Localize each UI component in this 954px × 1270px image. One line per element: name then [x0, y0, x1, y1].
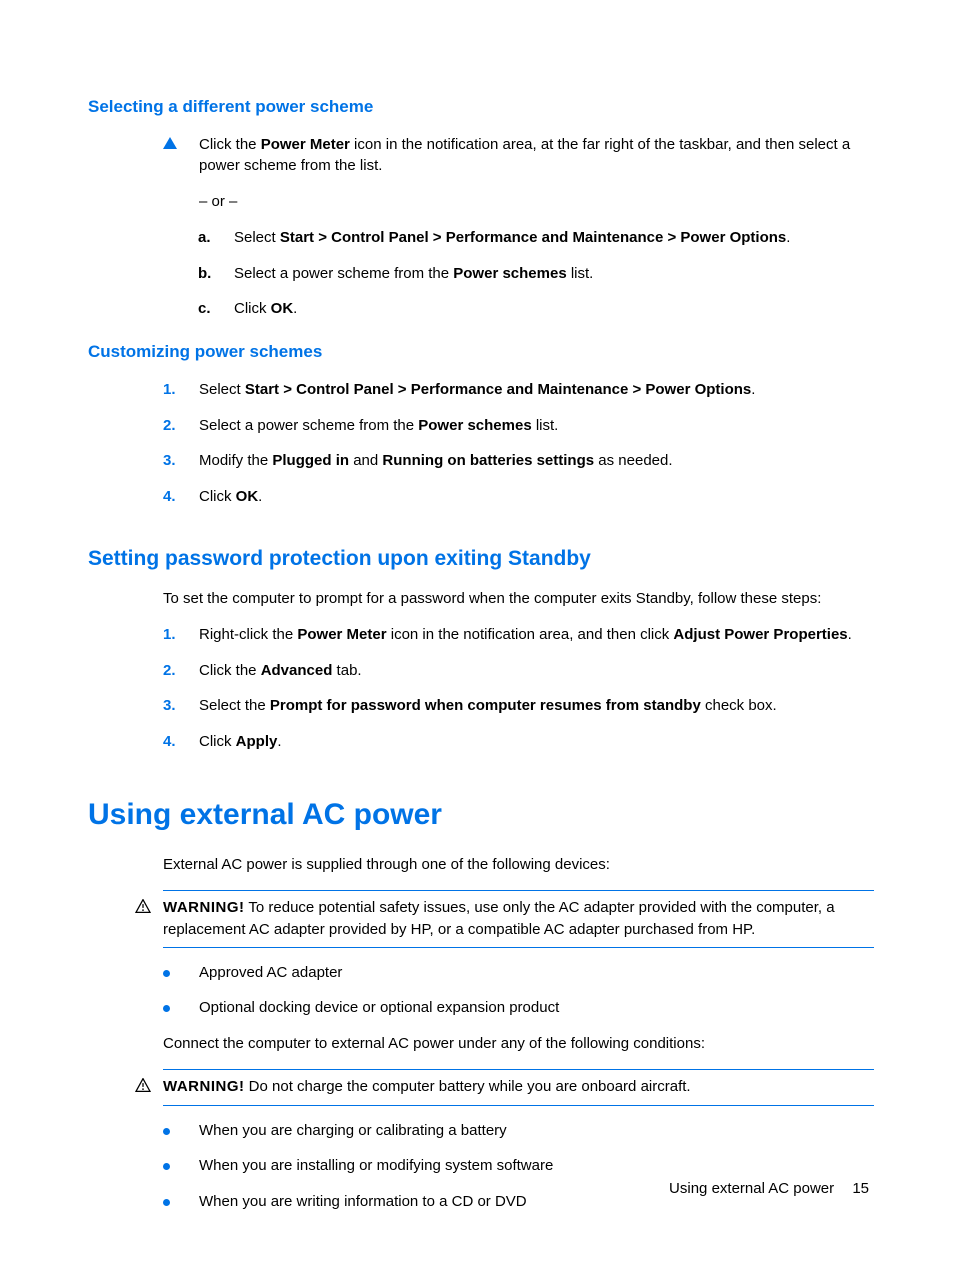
warning-box-1: WARNING! To reduce potential safety issu…	[163, 890, 874, 948]
footer-section: Using external AC power	[669, 1180, 834, 1197]
step-text: Click the Power Meter icon in the notifi…	[199, 134, 874, 178]
bullet-icon	[163, 1128, 170, 1135]
step-b: b. Select a power scheme from the Power …	[198, 263, 874, 285]
bullet-4: When you are installing or modifying sys…	[163, 1155, 874, 1177]
intro-text: To set the computer to prompt for a pass…	[163, 588, 874, 610]
marker-4: 4.	[163, 731, 199, 753]
triangle-icon	[163, 137, 177, 149]
heading-selecting-scheme: Selecting a different power scheme	[88, 95, 874, 120]
warning-icon	[135, 897, 163, 920]
bullet-icon	[163, 1005, 170, 1012]
marker-3: 3.	[163, 450, 199, 472]
marker-a: a.	[198, 227, 234, 249]
step-c: c. Click OK.	[198, 298, 874, 320]
bullet-3: When you are charging or calibrating a b…	[163, 1120, 874, 1142]
warning-text: Do not charge the computer battery while…	[245, 1078, 691, 1095]
step-triangle: Click the Power Meter icon in the notifi…	[163, 134, 874, 178]
bullet-icon	[163, 970, 170, 977]
bullet-icon	[163, 1163, 170, 1170]
warning-text: To reduce potential safety issues, use o…	[163, 899, 835, 938]
warning-icon	[135, 1076, 163, 1099]
marker-1: 1.	[163, 379, 199, 401]
marker-2: 2.	[163, 415, 199, 437]
step-a: a. Select Start > Control Panel > Perfor…	[198, 227, 874, 249]
bullet-icon	[163, 1199, 170, 1206]
pw-step-4: 4. Click Apply.	[163, 731, 874, 753]
marker-4: 4.	[163, 486, 199, 508]
page-footer: Using external AC power 15	[669, 1178, 869, 1200]
warning-label: WARNING!	[163, 1078, 245, 1095]
step-1: 1. Select Start > Control Panel > Perfor…	[163, 379, 874, 401]
heading-ac-power: Using external AC power	[88, 793, 874, 837]
heading-customizing-schemes: Customizing power schemes	[88, 340, 874, 365]
marker-2: 2.	[163, 660, 199, 682]
warning-box-2: WARNING! Do not charge the computer batt…	[163, 1069, 874, 1106]
bullet-1: Approved AC adapter	[163, 962, 874, 984]
marker-b: b.	[198, 263, 234, 285]
step-3: 3. Modify the Plugged in and Running on …	[163, 450, 874, 472]
marker-c: c.	[198, 298, 234, 320]
page-number: 15	[852, 1180, 869, 1197]
marker-1: 1.	[163, 624, 199, 646]
ac-intro-2: Connect the computer to external AC powe…	[163, 1033, 874, 1055]
bullet-2: Optional docking device or optional expa…	[163, 997, 874, 1019]
step-2: 2. Select a power scheme from the Power …	[163, 415, 874, 437]
pw-step-3: 3. Select the Prompt for password when c…	[163, 695, 874, 717]
marker-3: 3.	[163, 695, 199, 717]
step-4: 4. Click OK.	[163, 486, 874, 508]
pw-step-1: 1. Right-click the Power Meter icon in t…	[163, 624, 874, 646]
pw-step-2: 2. Click the Advanced tab.	[163, 660, 874, 682]
or-separator: – or –	[163, 191, 874, 213]
warning-label: WARNING!	[163, 899, 245, 916]
heading-password-protection: Setting password protection upon exiting…	[88, 544, 874, 574]
ac-intro: External AC power is supplied through on…	[163, 854, 874, 876]
